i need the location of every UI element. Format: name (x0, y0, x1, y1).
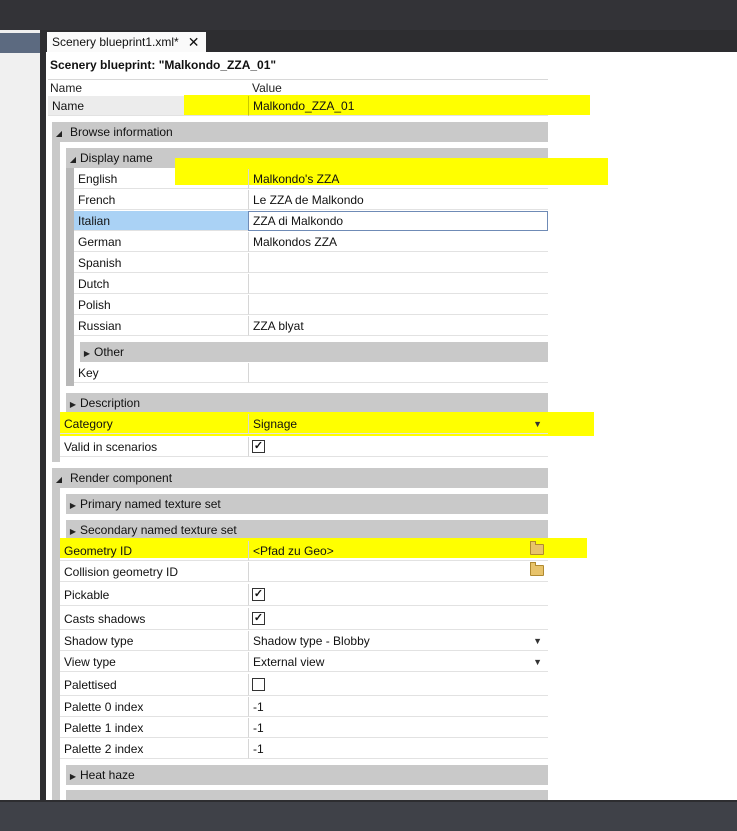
polish-value-field[interactable] (248, 295, 548, 315)
palettised-checkbox[interactable] (252, 678, 265, 691)
dutch-value-field[interactable] (248, 274, 548, 294)
row-view-type-label: View type (60, 652, 248, 672)
row-category-label: Category (60, 414, 248, 434)
document-tab[interactable]: Scenery blueprint1.xml* ✕ (47, 32, 206, 52)
header-divider (48, 79, 548, 80)
row-italian-label: Italian (74, 211, 248, 231)
row-polish-label: Polish (74, 295, 248, 315)
row-russian-label: Russian (74, 316, 248, 336)
collision-geometry-id-field[interactable] (248, 562, 548, 582)
spanish-value-field[interactable] (248, 253, 548, 273)
group-next-partial (66, 790, 548, 800)
geometry-id-field[interactable]: <Pfad zu Geo> (248, 541, 548, 561)
german-value-field[interactable]: Malkondos ZZA (248, 232, 548, 252)
name-value-field[interactable]: Malkondo_ZZA_01 (248, 96, 548, 116)
casts-shadows-cell (248, 608, 548, 630)
row-palette-0-label: Palette 0 index (60, 697, 248, 717)
group-gutter (52, 488, 60, 800)
document-tab-label: Scenery blueprint1.xml* (52, 35, 179, 49)
palettised-cell (248, 674, 548, 696)
group-browse-information[interactable]: ◢ Browse information (52, 122, 548, 142)
row-geometry-id-label: Geometry ID (60, 541, 248, 561)
palette-1-field[interactable]: -1 (248, 718, 548, 738)
collapsed-icon[interactable]: ▶ (80, 344, 94, 364)
expanded-icon[interactable]: ◢ (52, 470, 66, 490)
row-french-label: French (74, 190, 248, 210)
russian-value-field[interactable]: ZZA blyat (248, 316, 548, 336)
valid-in-scenarios-cell (248, 437, 548, 457)
subgroup-gutter (66, 168, 74, 386)
category-dropdown[interactable]: Signage ▼ (248, 414, 548, 434)
group-secondary-texture[interactable]: ▶ Secondary named texture set (66, 520, 548, 540)
folder-icon[interactable] (530, 562, 544, 576)
row-english-label: English (74, 169, 248, 189)
folder-icon[interactable] (530, 541, 544, 555)
palette-2-field[interactable]: -1 (248, 739, 548, 759)
row-palette-1-label: Palette 1 index (60, 718, 248, 738)
row-german-label: German (74, 232, 248, 252)
key-value-field[interactable] (248, 363, 548, 383)
left-pane (0, 30, 40, 800)
group-other[interactable]: ▶ Other (80, 342, 548, 362)
row-pickable-label: Pickable (60, 584, 248, 606)
group-primary-texture[interactable]: ▶ Primary named texture set (66, 494, 548, 514)
chevron-down-icon[interactable]: ▼ (533, 652, 542, 672)
row-palette-2-label: Palette 2 index (60, 739, 248, 759)
row-casts-shadows-label: Casts shadows (60, 608, 248, 630)
collapsed-icon[interactable]: ▶ (66, 767, 80, 787)
pickable-checkbox[interactable]: ✓ (252, 588, 265, 601)
group-description[interactable]: ▶ Description (66, 393, 548, 413)
column-header-name[interactable]: Name (50, 81, 82, 95)
row-palettised-label: Palettised (60, 674, 248, 696)
row-dutch-label: Dutch (74, 274, 248, 294)
chevron-down-icon[interactable]: ▼ (533, 631, 542, 651)
status-bar (0, 802, 737, 831)
row-valid-in-scenarios-label: Valid in scenarios (60, 437, 248, 457)
pickable-cell (248, 584, 548, 606)
blueprint-title: Scenery blueprint: "Malkondo_ZZA_01" (50, 58, 277, 72)
column-header-value[interactable]: Value (252, 81, 282, 95)
row-shadow-type-label: Shadow type (60, 631, 248, 651)
title-bar-area (0, 0, 737, 30)
expanded-icon[interactable]: ◢ (52, 124, 66, 144)
italian-value-field[interactable]: ZZA di Malkondo (248, 211, 548, 231)
shadow-type-dropdown[interactable]: Shadow type - Blobby ▼ (248, 631, 548, 651)
casts-shadows-checkbox[interactable]: ✓ (252, 612, 265, 625)
collapsed-icon[interactable]: ▶ (66, 496, 80, 516)
palette-0-field[interactable]: -1 (248, 697, 548, 717)
row-collision-geometry-id-label: Collision geometry ID (60, 562, 248, 582)
row-key-label: Key (74, 363, 248, 383)
view-type-dropdown[interactable]: External view ▼ (248, 652, 548, 672)
english-value-field[interactable]: Malkondo's ZZA (248, 169, 548, 189)
close-icon[interactable]: ✕ (188, 35, 200, 49)
valid-in-scenarios-checkbox[interactable]: ✓ (252, 440, 265, 453)
french-value-field[interactable]: Le ZZA de Malkondo (248, 190, 548, 210)
group-gutter (52, 142, 60, 462)
row-spanish-label: Spanish (74, 253, 248, 273)
chevron-down-icon[interactable]: ▼ (533, 414, 542, 434)
expanded-icon[interactable]: ◢ (66, 150, 80, 170)
left-pane-tab[interactable] (0, 33, 40, 53)
group-heat-haze[interactable]: ▶ Heat haze (66, 765, 548, 785)
group-render-component[interactable]: ◢ Render component (52, 468, 548, 488)
